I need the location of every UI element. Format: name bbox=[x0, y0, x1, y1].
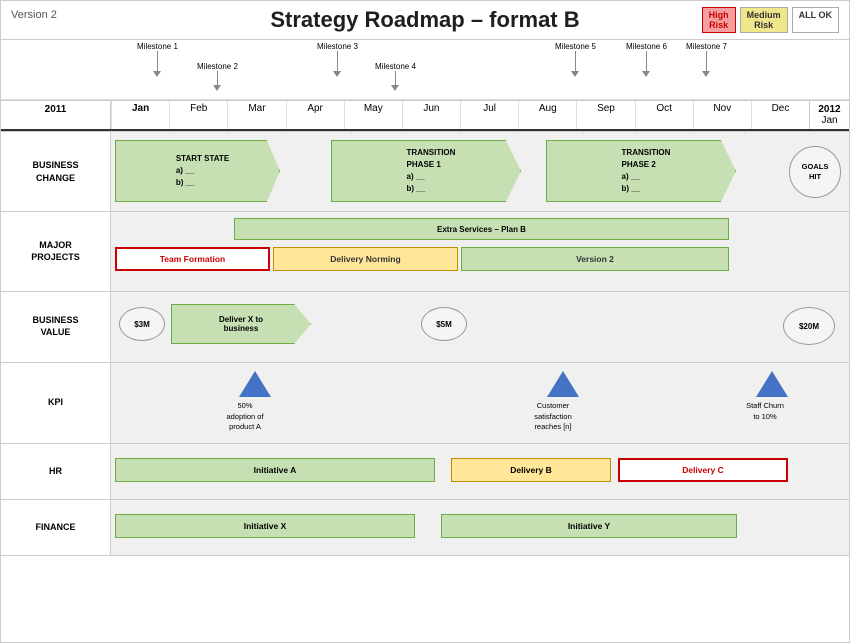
bv-5m-oval: $5M bbox=[421, 307, 467, 341]
transition-phase1-shape: TRANSITIONPHASE 1a) __b) __ bbox=[331, 140, 521, 202]
version-label: Version 2 bbox=[11, 9, 57, 21]
month-dec: Dec bbox=[751, 101, 809, 129]
delivery-norming-bar: Delivery Norming bbox=[273, 247, 458, 271]
business-change-content: START STATEa) __b) __ TRANSITIONPHASE 1a… bbox=[111, 132, 849, 211]
bv-deliver-x-shape: Deliver X tobusiness bbox=[171, 304, 311, 344]
finance-section: FINANCE Initiative X Initiative Y bbox=[1, 500, 849, 556]
month-sep: Sep bbox=[576, 101, 634, 129]
months-container: Jan Feb Mar Apr May Jun Jul Aug Sep Oct … bbox=[111, 101, 809, 129]
month-nov: Nov bbox=[693, 101, 751, 129]
major-projects-label: MAJORPROJECTS bbox=[1, 212, 111, 291]
finance-content: Initiative X Initiative Y bbox=[111, 500, 849, 555]
business-value-label: BUSINESSVALUE bbox=[1, 292, 111, 362]
finance-initiative-x-bar: Initiative X bbox=[115, 514, 415, 538]
month-jul: Jul bbox=[460, 101, 518, 129]
months-row: 2011 Jan Feb Mar Apr May Jun Jul Aug Sep… bbox=[1, 100, 849, 131]
month-jan: Jan bbox=[111, 101, 169, 129]
month-mar: Mar bbox=[227, 101, 285, 129]
team-formation-bar: Team Formation bbox=[115, 247, 270, 271]
major-projects-content: Extra Services – Plan B Team Formation D… bbox=[111, 212, 849, 291]
hr-label: HR bbox=[1, 444, 111, 499]
milestone-5: Milestone 5 bbox=[555, 42, 596, 77]
milestone-1: Milestone 1 bbox=[137, 42, 178, 77]
legend-all-ok: ALL OK bbox=[792, 7, 839, 33]
major-projects-section: MAJORPROJECTS Extra Services – Plan B Te… bbox=[1, 212, 849, 292]
legend: HighRisk MediumRisk ALL OK bbox=[702, 7, 839, 33]
kpi-triangle-2: Customersatisfactionreaches [n] bbox=[537, 371, 588, 433]
goals-hit-shape: GOALSHIT bbox=[789, 146, 841, 198]
business-value-section: BUSINESSVALUE $3M Deliver X tobusiness $… bbox=[1, 292, 849, 363]
milestones-row: Milestone 1 Milestone 2 Milestone 3 Mi bbox=[1, 40, 849, 100]
business-value-content: $3M Deliver X tobusiness $5M $20M bbox=[111, 292, 849, 362]
kpi-section: KPI 50%adoption ofproduct A Customersati… bbox=[1, 363, 849, 444]
header: Version 2 Strategy Roadmap – format B Hi… bbox=[1, 1, 849, 39]
hr-delivery-c-bar: Delivery C bbox=[618, 458, 788, 482]
milestone-2: Milestone 2 bbox=[197, 62, 238, 91]
milestone-6: Milestone 6 bbox=[626, 42, 667, 77]
bv-20m-oval: $20M bbox=[783, 307, 835, 345]
milestone-7: Milestone 7 bbox=[686, 42, 727, 77]
kpi-triangle-1: 50%adoption ofproduct A bbox=[229, 371, 280, 433]
extra-services-bar: Extra Services – Plan B bbox=[234, 218, 729, 240]
start-state-shape: START STATEa) __b) __ bbox=[115, 140, 280, 202]
milestone-3: Milestone 3 bbox=[317, 42, 358, 77]
month-feb: Feb bbox=[169, 101, 227, 129]
milestone-4: Milestone 4 bbox=[375, 62, 416, 91]
month-apr: Apr bbox=[286, 101, 344, 129]
kpi-label: KPI bbox=[1, 363, 111, 443]
business-change-section: BUSINESSCHANGE START STATEa) __b) __ TRA… bbox=[1, 132, 849, 212]
month-oct: Oct bbox=[635, 101, 693, 129]
hr-initiative-a-bar: Initiative A bbox=[115, 458, 435, 482]
bv-3m-oval: $3M bbox=[119, 307, 165, 341]
transition-phase2-shape: TRANSITIONPHASE 2a) __b) __ bbox=[546, 140, 736, 202]
year-2012: 2012Jan bbox=[809, 101, 849, 129]
hr-section: HR Initiative A Delivery B Delivery C bbox=[1, 444, 849, 500]
month-may: May bbox=[344, 101, 402, 129]
legend-high-risk: HighRisk bbox=[702, 7, 736, 33]
hr-content: Initiative A Delivery B Delivery C bbox=[111, 444, 849, 499]
kpi-triangle-3: Staff Churnto 10% bbox=[749, 371, 795, 422]
timeline-header: Milestone 1 Milestone 2 Milestone 3 Mi bbox=[1, 39, 849, 132]
finance-initiative-y-bar: Initiative Y bbox=[441, 514, 737, 538]
version2-bar: Version 2 bbox=[461, 247, 729, 271]
finance-label: FINANCE bbox=[1, 500, 111, 555]
year-2011: 2011 bbox=[1, 101, 111, 129]
strategy-roadmap-page: Version 2 Strategy Roadmap – format B Hi… bbox=[0, 0, 850, 643]
business-change-label: BUSINESSCHANGE bbox=[1, 132, 111, 211]
month-aug: Aug bbox=[518, 101, 576, 129]
hr-delivery-b-bar: Delivery B bbox=[451, 458, 611, 482]
kpi-content: 50%adoption ofproduct A Customersatisfac… bbox=[111, 363, 849, 443]
month-jun: Jun bbox=[402, 101, 460, 129]
legend-medium-risk: MediumRisk bbox=[740, 7, 788, 33]
